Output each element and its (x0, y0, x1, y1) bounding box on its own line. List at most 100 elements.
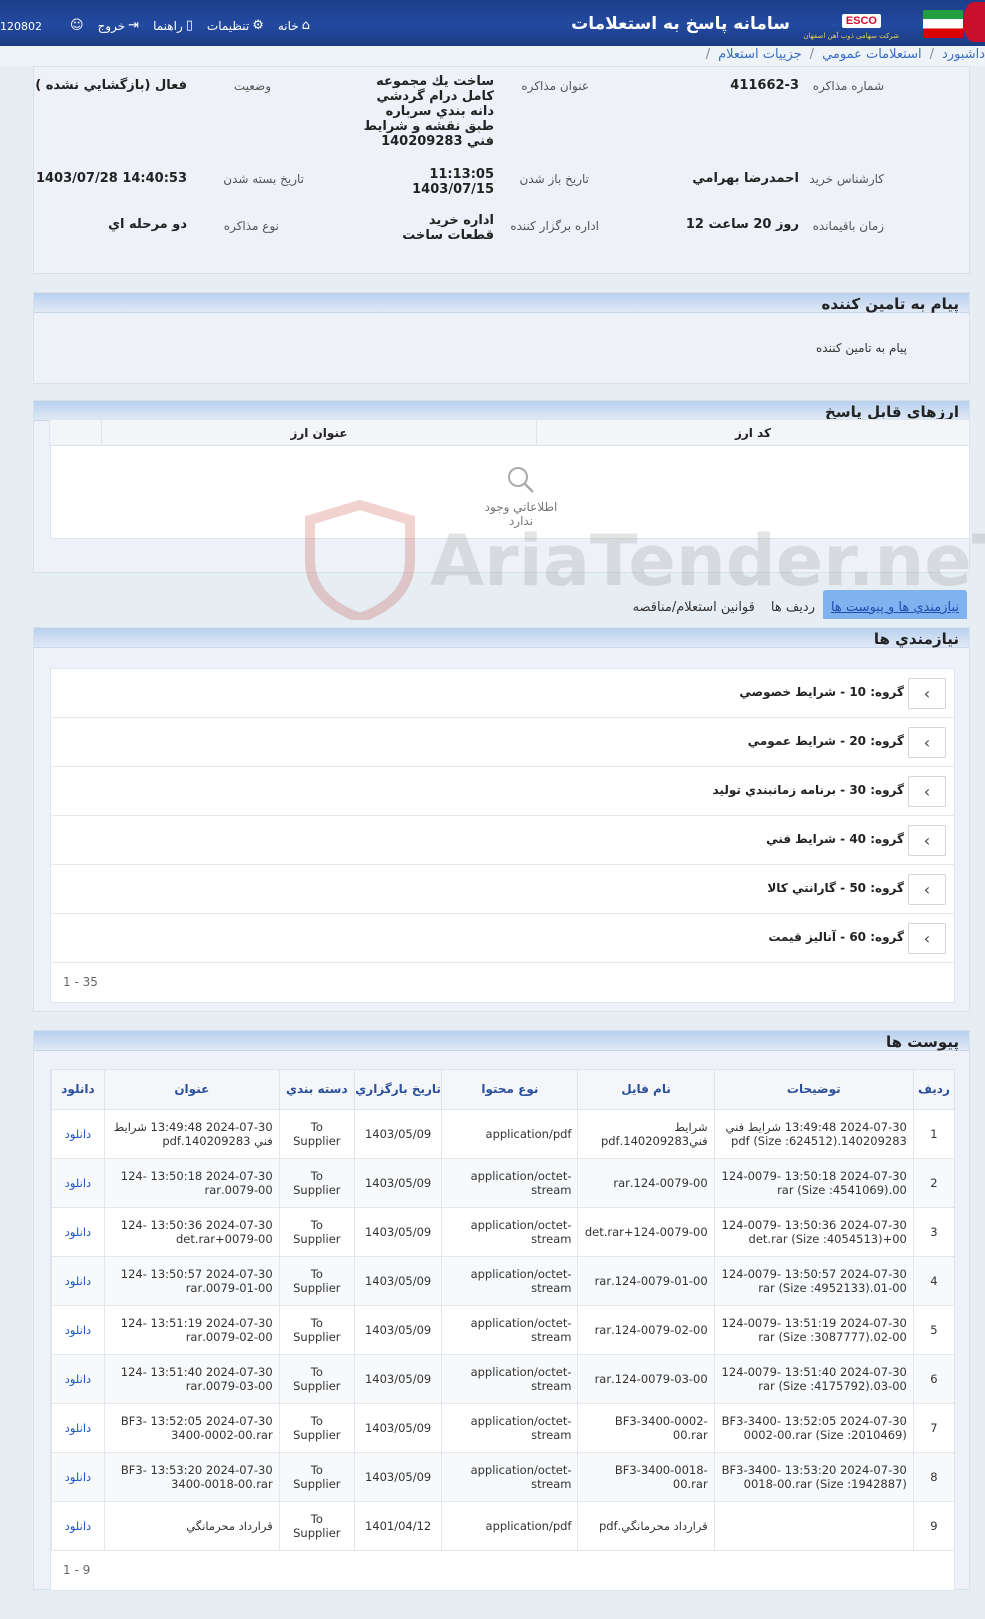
gear-icon: ⚙ (252, 18, 264, 33)
currencies-panel: ارزهاي قابل پاسخ كد ارز عنوان ارز اطلاعا… (33, 400, 970, 573)
column-header-download[interactable]: دانلود (51, 1070, 105, 1110)
row-category: To Supplier (278, 1501, 355, 1551)
nav-help[interactable]: راهنما ▯ (153, 18, 193, 33)
row-upload-date: 1403/05/09 (353, 1354, 442, 1404)
requirement-group-row[interactable]: ‹ گروه: 10 - شرايط خصوصي (51, 669, 954, 718)
supplier-message-panel: پيام به تامين كننده پيام به تامين كننده (33, 292, 970, 384)
breadcrumb: داشبورد / استعلامات عمومي / جزييات استعل… (706, 47, 985, 62)
column-header-description[interactable]: توضيحات (713, 1070, 914, 1110)
row-number: 6 (912, 1354, 954, 1404)
download-link[interactable]: دانلود (51, 1403, 105, 1453)
row-content-type: application/octet-stream (441, 1305, 578, 1355)
download-link[interactable]: دانلود (51, 1452, 105, 1502)
row-file-name: 124-0079-02-00.rar (577, 1305, 715, 1355)
download-link[interactable]: دانلود (51, 1305, 105, 1355)
remaining-value: 12 روز 20 ساعت (685, 217, 799, 232)
column-header-title[interactable]: عنوان ارز (101, 420, 536, 446)
requirement-group-label: گروه: 10 - شرايط خصوصي (739, 685, 904, 699)
search-icon (508, 467, 534, 493)
remaining-label: زمان باقيمانده (812, 219, 884, 233)
row-file-name: 124-0079-01-00.rar (577, 1256, 715, 1306)
row-description: 2024-07-30 13:51:19 -124-0079 02-00.rar … (713, 1305, 914, 1355)
breadcrumb-public-inquiries[interactable]: استعلامات عمومي (822, 47, 922, 62)
requirements-list: ‹ گروه: 10 - شرايط خصوصي ‹ گروه: 20 - شراي… (50, 668, 955, 1003)
nav-logout[interactable]: خروج ⇥ (98, 18, 140, 33)
breadcrumb-dashboard[interactable]: داشبورد (942, 47, 985, 62)
nav-home[interactable]: خانه ⌂ (278, 18, 310, 33)
logo-swirl-icon (963, 2, 985, 42)
open-date-label: تاريخ باز شدن (519, 172, 589, 186)
home-icon: ⌂ (301, 18, 310, 33)
row-number: 8 (912, 1452, 954, 1502)
brand-logo (885, 0, 985, 46)
row-title: 2024-07-30 13:50:57 -124 0079-01-00.rar (103, 1256, 280, 1306)
column-header-title[interactable]: عنوان (103, 1070, 280, 1110)
requirement-group-row[interactable]: ‹ گروه: 40 - شرايط فني (51, 816, 954, 865)
row-file-name: 124-0079-03-00.rar (577, 1354, 715, 1404)
row-description: 2024-07-30 13:51:40 -124-0079 03-00.rar … (713, 1354, 914, 1404)
chevron-left-icon[interactable]: ‹ (908, 923, 946, 954)
requirement-group-row[interactable]: ‹ گروه: 20 - شرايط عمومي (51, 718, 954, 767)
table-row: 4 2024-07-30 13:50:57 -124-0079 01-00.rar… (51, 1256, 954, 1306)
row-content-type: application/pdf (441, 1109, 578, 1159)
row-number: 4 (912, 1256, 954, 1306)
nav-settings[interactable]: تنظیمات ⚙ (207, 18, 264, 33)
row-content-type: application/octet-stream (441, 1158, 578, 1208)
supplier-message-label: پيام به تامين كننده (816, 341, 907, 355)
row-upload-date: 1403/05/09 (353, 1207, 442, 1257)
download-link[interactable]: دانلود (51, 1354, 105, 1404)
row-title: 2024-07-30 13:49:48 شرايط فني 140209283.… (103, 1109, 280, 1159)
requirement-group-row[interactable]: ‹ گروه: 60 - آناليز قيمت (51, 914, 954, 963)
inquiry-info-panel: شماره مذاكره 411662-3 عنوان مذاكره ساخت … (33, 66, 970, 274)
download-link[interactable]: دانلود (51, 1109, 105, 1159)
download-link[interactable]: دانلود (51, 1158, 105, 1208)
row-description: 2024-07-30 13:50:57 -124-0079 01-00.rar … (713, 1256, 914, 1306)
requirement-group-row[interactable]: ‹ گروه: 50 - گارانتي كالا (51, 865, 954, 914)
panel-header (34, 1031, 969, 1051)
column-header-upload-date[interactable]: تاريخ بارگزاري (353, 1070, 442, 1110)
download-link[interactable]: دانلود (51, 1207, 105, 1257)
requirement-group-label: گروه: 30 - برنامه زمانبندي توليد (712, 783, 905, 797)
requirement-group-row[interactable]: ‹ گروه: 30 - برنامه زمانبندي توليد (51, 767, 954, 816)
download-link[interactable]: دانلود (51, 1256, 105, 1306)
breadcrumb-inquiry-details[interactable]: جزييات استعلام (718, 47, 802, 62)
close-date-value: 1403/07/28 14:40:53 (35, 171, 187, 186)
tab-rows[interactable]: رديف ها (763, 596, 823, 619)
requirements-panel: نيازمندي ها ‹ گروه: 10 - شرايط خصوصي ‹ گرو… (33, 627, 970, 1012)
user-id: 120802 (0, 20, 42, 33)
column-header-category[interactable]: دسته بندي (278, 1070, 355, 1110)
title-value: ساخت يك مجموعه كامل درام گردشي دانه بندي… (363, 74, 494, 149)
column-header-row-no[interactable]: رديف (912, 1070, 954, 1110)
chevron-left-icon[interactable]: ‹ (908, 874, 946, 905)
no-data-message: اطلاعاتي وجود ندارد (484, 500, 558, 528)
row-upload-date: 1403/05/09 (353, 1305, 442, 1355)
table-row: 5 2024-07-30 13:51:19 -124-0079 02-00.rar… (51, 1305, 954, 1355)
row-description: 2024-07-30 13:50:18 -124-0079 00.rar (Si… (713, 1158, 914, 1208)
row-number: 5 (912, 1305, 954, 1355)
row-category: To Supplier (278, 1354, 355, 1404)
status-label: وضعيت (233, 79, 271, 93)
open-date-value: 1403/07/15 (412, 182, 494, 197)
row-number: 2 (912, 1158, 954, 1208)
table-header-row: رديف توضيحات نام فايل نوع محتوا تاريخ با… (51, 1070, 954, 1110)
row-category: To Supplier (278, 1452, 355, 1502)
row-category: To Supplier (278, 1158, 355, 1208)
row-number: 7 (912, 1403, 954, 1453)
dept-value: اداره خريد قطعات ساخت (402, 213, 494, 243)
download-link[interactable]: دانلود (51, 1501, 105, 1551)
buyer-label: كارشناس خريد (809, 172, 884, 186)
chevron-left-icon[interactable]: ‹ (908, 727, 946, 758)
column-header-file-name[interactable]: نام فايل (577, 1070, 715, 1110)
chevron-left-icon[interactable]: ‹ (908, 678, 946, 709)
row-title: قرارداد محرمانگي (103, 1501, 280, 1551)
tab-requirements-attachments[interactable]: نيازمندي ها و پيوست ها (822, 590, 967, 619)
panel-title: پيوست ها (885, 1033, 959, 1051)
column-header-content-type[interactable]: نوع محتوا (441, 1070, 578, 1110)
row-description: 2024-07-30 13:53:20 -BF3-3400 0018-00.ra… (713, 1452, 914, 1502)
tab-rules[interactable]: قوانين استعلام/مناقصه (625, 596, 763, 619)
chevron-left-icon[interactable]: ‹ (908, 825, 946, 856)
row-title: 2024-07-30 13:52:05 -BF3 3400-0002-00.ra… (103, 1403, 280, 1453)
chevron-left-icon[interactable]: ‹ (908, 776, 946, 807)
column-header-code[interactable]: كد ارز (536, 420, 969, 446)
requirement-group-label: گروه: 40 - شرايط فني (766, 832, 904, 846)
